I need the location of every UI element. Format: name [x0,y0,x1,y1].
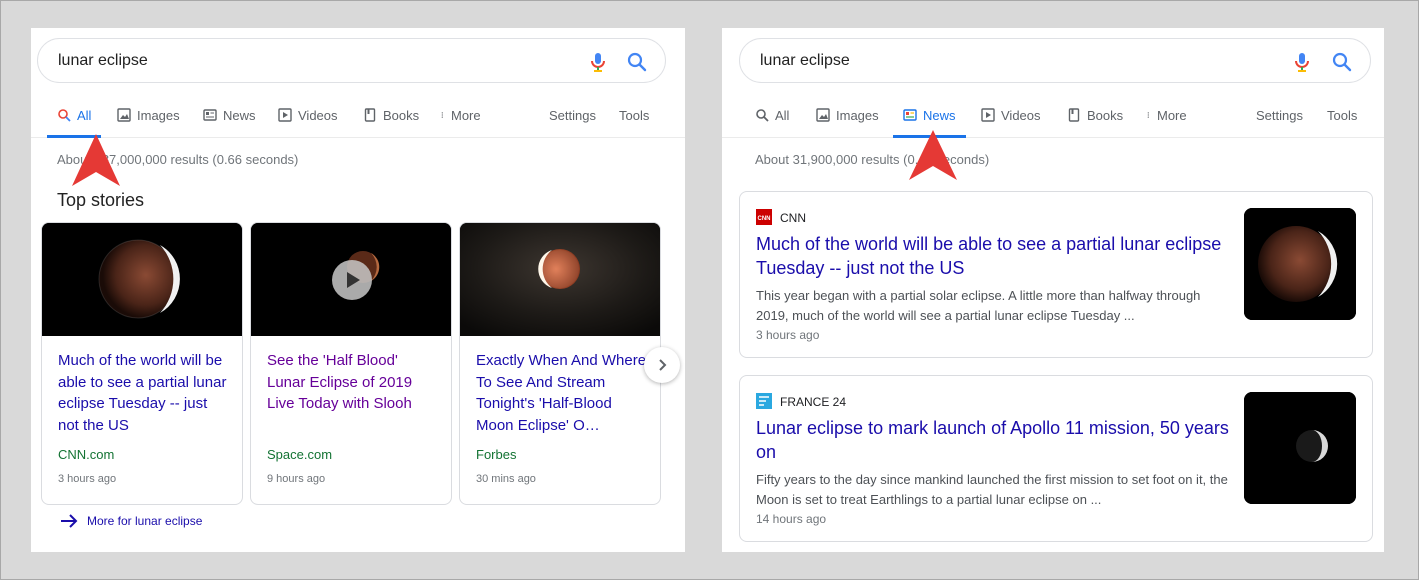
tab-books[interactable]: Books [1067,108,1123,138]
more-dots-icon [441,112,443,118]
story-source: Space.com [267,447,333,462]
tab-label: All [77,108,92,123]
story-card[interactable]: Exactly When And Where To See And Stream… [459,222,661,505]
tab-more[interactable]: More [1147,108,1187,138]
story-title[interactable]: Exactly When And Where To See And Stream… [476,350,648,436]
news-title[interactable]: Lunar eclipse to mark launch of Apollo 1… [756,416,1236,464]
tab-more[interactable]: More [441,108,481,138]
story-time: 9 hours ago [267,473,326,485]
tab-label: Books [1087,108,1124,123]
news-snippet: This year began with a partial solar ecl… [756,288,1201,323]
search-icon[interactable] [1330,50,1354,74]
tab-settings[interactable]: Settings [549,108,596,138]
newspaper-icon [203,109,217,121]
publisher-row: CNN CNN [756,209,806,225]
news-result-card[interactable]: CNN CNN Much of the world will be able t… [739,191,1373,358]
tab-label: Settings [549,108,596,123]
tab-images[interactable]: Images [117,108,180,138]
tab-tools[interactable]: Tools [1327,108,1357,138]
tab-label: Settings [1256,108,1303,123]
story-image [460,223,660,336]
search-box[interactable]: lunar eclipse [739,38,1371,83]
tab-label: Tools [619,108,650,123]
next-stories-button[interactable] [644,347,680,383]
image-icon [117,108,131,122]
mic-icon[interactable] [1290,50,1314,74]
book-icon [364,108,376,122]
news-result-card[interactable]: FRANCE 24 Lunar eclipse to mark launch o… [739,375,1373,542]
story-source: Forbes [476,447,517,462]
tab-label: Images [137,108,180,123]
red-pointer-arrow-icon [72,134,120,186]
image-icon [816,108,830,122]
tab-label: Videos [298,108,338,123]
search-icon[interactable] [625,50,649,74]
story-image [42,223,242,336]
tab-settings[interactable]: Settings [1256,108,1303,138]
story-title[interactable]: Much of the world will be able to see a … [58,350,230,436]
news-time: 3 hours ago [756,328,820,342]
search-tabs: All Images News Videos Books More Settin… [31,96,685,138]
book-icon [1068,108,1080,122]
tab-label: News [223,108,256,123]
newspaper-icon [903,109,917,121]
tab-label: Videos [1001,108,1041,123]
tab-label: Images [836,108,879,123]
story-card[interactable]: Much of the world will be able to see a … [41,222,243,505]
tab-videos[interactable]: Videos [278,108,338,138]
search-tabs: All Images News Videos Books More Settin… [722,96,1384,138]
svg-text:CNN: CNN [758,216,771,222]
tab-tools[interactable]: Tools [619,108,649,138]
play-icon[interactable] [331,259,373,301]
tab-label: More [1157,108,1187,123]
tab-news[interactable]: News [203,108,256,138]
more-link-label: More for lunar eclipse [87,514,203,528]
arrow-right-icon [61,514,78,528]
tab-label: More [451,108,481,123]
story-time: 3 hours ago [58,473,117,485]
news-results-panel: lunar eclipse All Images News Videos Boo… [722,28,1384,552]
more-dots-icon [1147,112,1149,118]
more-stories-link[interactable]: More for lunar eclipse [59,512,202,530]
tab-images[interactable]: Images [816,108,879,138]
search-icon [756,109,769,122]
mic-icon[interactable] [586,50,610,74]
news-time: 14 hours ago [756,512,827,526]
search-input[interactable]: lunar eclipse [58,52,148,70]
tab-label: Tools [1327,108,1358,123]
story-card[interactable]: See the 'Half Blood' Lunar Eclipse of 20… [250,222,452,505]
cnn-logo-icon: CNN [756,209,772,225]
tab-videos[interactable]: Videos [981,108,1041,138]
top-stories-heading: Top stories [57,190,145,210]
france24-logo-icon [756,393,772,409]
red-pointer-arrow-icon [909,130,957,180]
search-icon [58,109,71,122]
tab-label: All [775,108,790,123]
video-icon [278,108,292,122]
search-input[interactable]: lunar eclipse [760,52,850,70]
story-source: CNN.com [58,447,115,462]
tab-all[interactable]: All [755,108,789,138]
tab-label: Books [383,108,420,123]
news-thumbnail[interactable] [1244,392,1356,504]
story-time: 30 mins ago [476,473,536,485]
tab-books[interactable]: Books [363,108,419,138]
news-thumbnail[interactable] [1244,208,1356,320]
publisher-name: FRANCE 24 [780,395,847,409]
story-title[interactable]: See the 'Half Blood' Lunar Eclipse of 20… [267,350,439,415]
publisher-row: FRANCE 24 [756,393,846,409]
search-box[interactable]: lunar eclipse [37,38,666,83]
video-icon [981,108,995,122]
chevron-right-icon [659,359,667,371]
tab-label: News [923,108,956,123]
all-results-panel: lunar eclipse All Images News Videos Boo… [31,28,685,552]
publisher-name: CNN [780,211,806,225]
news-title[interactable]: Much of the world will be able to see a … [756,232,1236,280]
news-snippet: Fifty years to the day since mankind lau… [756,472,1228,507]
story-image [251,223,451,336]
